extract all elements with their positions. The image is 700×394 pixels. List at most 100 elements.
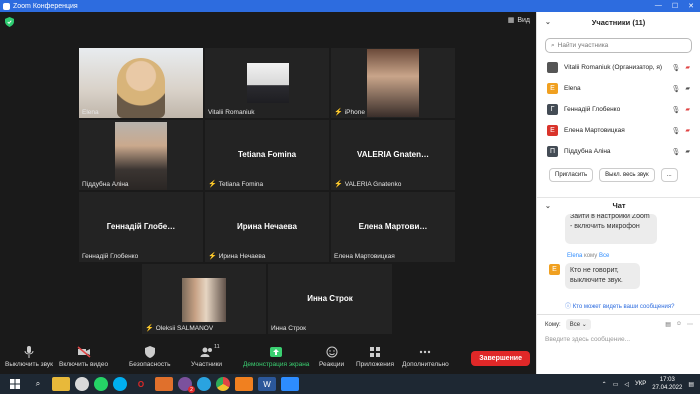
to-label: Кому: — [545, 321, 561, 328]
more-dots-icon — [420, 350, 431, 354]
person-silhouette — [117, 58, 165, 118]
chevron-down-icon[interactable]: ⌄ — [545, 202, 551, 210]
participant-video — [182, 278, 226, 322]
browser-icon[interactable] — [75, 377, 89, 391]
video-tile-vitalii[interactable]: Vitalii Romaniuk — [205, 48, 329, 118]
who-can-see-link[interactable]: ⓘ Кто может видеть ваши сообщения? — [565, 301, 674, 310]
view-button[interactable]: ▦ Вид — [508, 16, 530, 25]
clock[interactable]: 17:03 27.04.2022 — [652, 376, 682, 392]
file-explorer-icon[interactable] — [52, 377, 70, 391]
start-video-button[interactable]: Включить видео — [59, 346, 108, 368]
notifications-icon[interactable]: ▤ — [688, 381, 694, 388]
participants-header: ⌄ Участники (11) — [537, 12, 700, 32]
participant-item[interactable]: Е Елена Мартовицкая 🎙 ▰ — [537, 120, 700, 141]
video-tile-iryna[interactable]: Ирина Нечаева ⚡ Ирина Нечаева — [205, 192, 329, 262]
volume-icon[interactable]: ◁ — [624, 381, 629, 388]
participant-search-input[interactable]: ⌕ Найти участника — [545, 38, 692, 53]
avatar — [547, 62, 558, 73]
participants-title: Участники (11) — [591, 17, 646, 27]
invite-button[interactable]: Пригласить — [549, 168, 594, 182]
meeting-controls: Выключить звук Включить видео Безопаснос… — [0, 340, 536, 374]
photos-icon[interactable] — [155, 377, 173, 391]
tile-center-name: VALERIA Gnaten… — [356, 150, 429, 159]
tile-name: Инна Строк — [271, 325, 307, 332]
avatar: E — [547, 83, 558, 94]
more-label: Дополнительно — [402, 361, 449, 368]
zoom-icon[interactable] — [281, 377, 299, 391]
reactions-button[interactable]: Реакции — [319, 346, 344, 368]
mute-all-button[interactable]: Выкл. весь звук — [599, 168, 655, 182]
video-off-icon — [77, 346, 91, 358]
participant-item[interactable]: E Elena 🎙 ▰ — [537, 78, 700, 99]
apps-button[interactable]: Приложения — [356, 346, 394, 368]
language-indicator[interactable]: УКР — [635, 381, 646, 387]
recipient-select[interactable]: Все ⌄ — [565, 319, 591, 330]
viber-icon[interactable]: 2 — [178, 377, 195, 393]
end-meeting-button[interactable]: Завершение — [471, 351, 530, 366]
reactions-label: Реакции — [319, 361, 345, 368]
chat-input[interactable]: Введите здесь сообщение... — [537, 334, 700, 345]
minimize-icon[interactable]: — — [655, 2, 662, 10]
participant-status-icons: 🎙 ▰ — [671, 148, 690, 156]
more-button[interactable]: Дополнительно — [402, 346, 449, 368]
share-screen-icon — [270, 347, 283, 357]
emoji-icon[interactable]: ☺ — [676, 321, 682, 328]
sender-name: Elena — [567, 253, 583, 259]
avatar: П — [547, 146, 558, 157]
microphone-icon: 🎙 — [671, 64, 681, 72]
recipient-name: Все — [598, 253, 610, 259]
video-tile-elena[interactable]: Elena — [79, 48, 203, 118]
participant-item[interactable]: П Піддубна Аліна 🎙 ▰ — [537, 141, 700, 162]
chrome-icon[interactable] — [216, 377, 230, 391]
video-tile-hennadii[interactable]: Геннадій Глобе… Геннадій Глобенко — [79, 192, 203, 262]
network-icon[interactable]: ▭ — [613, 381, 619, 388]
avatar: Е — [547, 125, 558, 136]
whatsapp-icon[interactable] — [94, 377, 108, 391]
video-tile-inna[interactable]: Инна Строк Инна Строк — [268, 264, 392, 334]
windows-start-icon[interactable] — [6, 377, 24, 391]
info-icon: ⓘ — [565, 304, 572, 310]
chevron-down-icon[interactable]: ⌄ — [545, 18, 551, 26]
close-icon[interactable]: ✕ — [688, 2, 694, 10]
share-screen-button[interactable]: Демонстрация экрана — [243, 346, 309, 368]
video-tile-iphone[interactable]: ⚡ iPhone — [331, 48, 455, 118]
microphone-icon: 🎙 — [671, 106, 681, 114]
participant-item[interactable]: Vitalii Romaniuk (Организатор, я) 🎙 ▰ — [537, 57, 700, 78]
participant-status-icons: 🎙 ▰ — [671, 64, 690, 72]
start-video-label: Включить видео — [59, 361, 109, 368]
security-button[interactable]: Безопасность — [129, 346, 170, 368]
title-bar: Zoom Конференция — ☐ ✕ — [0, 0, 700, 12]
maximize-icon[interactable]: ☐ — [672, 2, 678, 10]
more-options-button[interactable]: ... — [660, 168, 678, 182]
window-controls: — ☐ ✕ — [655, 2, 700, 10]
chat-composer: Кому: Все ⌄ ▤ ☺ ⋯ Введите здесь сообщени… — [537, 314, 700, 345]
video-tile-piddubna[interactable]: Піддубна Аліна — [79, 120, 203, 190]
search-placeholder: Найти участника — [557, 42, 609, 49]
video-tile-valeria[interactable]: VALERIA Gnaten… ⚡ VALERIA Gnatenko — [331, 120, 455, 190]
file-icon[interactable]: ▤ — [665, 321, 671, 328]
video-tile-oleksii[interactable]: ⚡ Oleksii SALMANOV — [142, 264, 266, 334]
video-tile-tetiana[interactable]: Tetiana Fomina ⚡ Tetiana Fomina — [205, 120, 329, 190]
app-icon[interactable] — [235, 377, 253, 391]
mic-muted-icon: ⚡ — [208, 181, 217, 188]
mic-muted-icon: ⚡ — [334, 109, 343, 116]
opera-icon[interactable]: O — [132, 377, 150, 391]
participant-item[interactable]: Г Геннадій Глобенко 🎙 ▰ — [537, 99, 700, 120]
video-icon: ▰ — [685, 148, 690, 155]
participant-status-icons: 🎙 ▰ — [671, 85, 690, 93]
telegram-icon[interactable] — [197, 377, 211, 391]
chevron-up-icon[interactable]: ⌃ — [602, 381, 607, 388]
mic-muted-icon: ⚡ — [145, 325, 154, 332]
skype-icon[interactable] — [113, 377, 127, 391]
more-dots-icon[interactable]: ⋯ — [687, 321, 693, 328]
search-icon[interactable]: ⌕ — [29, 377, 47, 391]
tile-center-name: Инна Строк — [307, 294, 353, 303]
chat-title: Чат — [612, 201, 626, 210]
composer-icons: ▤ ☺ ⋯ — [665, 321, 693, 328]
chat-message: Зайти в настройки Zoom - включить микроф… — [565, 214, 657, 244]
participant-status-icons: 🎙 ▰ — [671, 106, 690, 114]
participants-label: Участники — [191, 361, 223, 368]
mute-audio-button[interactable]: Выключить звук — [5, 346, 53, 368]
word-icon[interactable]: W — [258, 377, 276, 391]
video-tile-elena-m[interactable]: Елена Мартови… Елена Мартовицкая — [331, 192, 455, 262]
